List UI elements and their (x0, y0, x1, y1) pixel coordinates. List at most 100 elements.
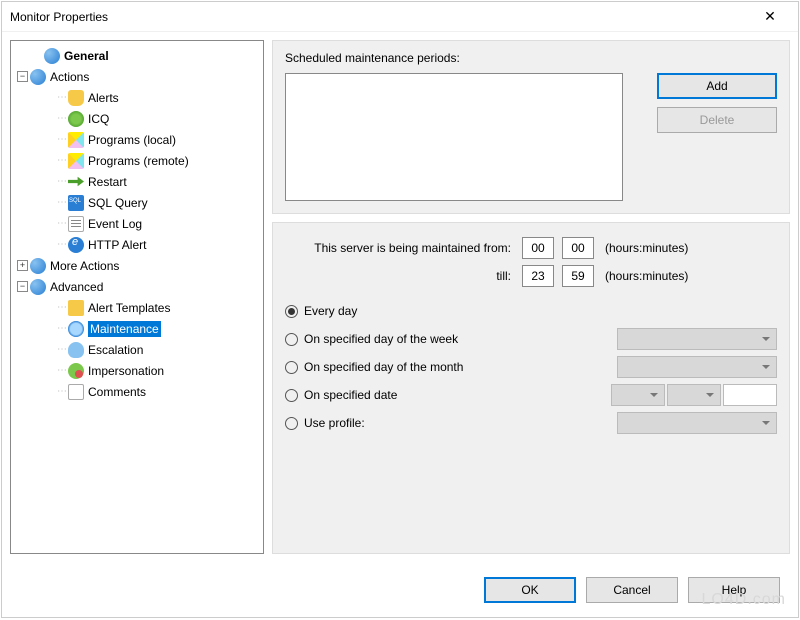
template-icon (68, 300, 84, 316)
info-icon (30, 279, 46, 295)
impersonation-icon (68, 363, 84, 379)
tree-item-impersonation[interactable]: ⋯Impersonation (13, 360, 261, 381)
nav-tree: General − Actions ⋯Alerts ⋯ICQ ⋯Programs… (10, 40, 264, 554)
ok-button[interactable]: OK (484, 577, 576, 603)
radio-icon (285, 305, 298, 318)
expand-icon[interactable]: + (17, 260, 28, 271)
tree-item-restart[interactable]: ⋯Restart (13, 171, 261, 192)
radio-use-profile[interactable]: Use profile: (285, 409, 777, 437)
date-year-input[interactable] (723, 384, 777, 406)
radio-specified-date[interactable]: On specified date (285, 381, 777, 409)
till-hours-input[interactable]: 23 (522, 265, 554, 287)
weekday-combo[interactable] (617, 328, 777, 350)
radio-label: Use profile: (304, 416, 365, 430)
tree-item-icq[interactable]: ⋯ICQ (13, 108, 261, 129)
tree-label: Comments (88, 385, 146, 399)
clock-icon (68, 321, 84, 337)
tree-label: Actions (50, 70, 89, 84)
tree-item-sql[interactable]: ⋯SQL Query (13, 192, 261, 213)
delete-button[interactable]: Delete (657, 107, 777, 133)
tree-item-actions[interactable]: − Actions (13, 66, 261, 87)
tree-item-programs-remote[interactable]: ⋯Programs (remote) (13, 150, 261, 171)
till-label: till: (285, 269, 515, 283)
tree-item-programs-local[interactable]: ⋯Programs (local) (13, 129, 261, 150)
add-button[interactable]: Add (657, 73, 777, 99)
collapse-icon[interactable]: − (17, 71, 28, 82)
icq-icon (68, 111, 84, 127)
content-panel: Scheduled maintenance periods: Add Delet… (272, 40, 790, 554)
profile-combo[interactable] (617, 412, 777, 434)
windows-icon (68, 153, 84, 169)
comments-icon (68, 384, 84, 400)
tree-item-maintenance[interactable]: ⋯Maintenance (13, 318, 261, 339)
tree-label: General (64, 49, 109, 63)
time-options-group: This server is being maintained from: 00… (272, 222, 790, 554)
tree-label: Event Log (88, 217, 142, 231)
tree-item-http[interactable]: ⋯HTTP Alert (13, 234, 261, 255)
radio-label: On specified day of the week (304, 332, 458, 346)
tree-label: Programs (local) (88, 133, 176, 147)
tree-item-more-actions[interactable]: + More Actions (13, 255, 261, 276)
scheduled-label: Scheduled maintenance periods: (285, 51, 460, 65)
dialog-buttons: OK Cancel Help (484, 577, 780, 603)
info-icon (30, 258, 46, 274)
tree-label: Restart (88, 175, 127, 189)
window-frame: Monitor Properties ✕ General − Actions ⋯… (1, 1, 799, 618)
tree-label: Advanced (50, 280, 103, 294)
info-icon (44, 48, 60, 64)
from-label: This server is being maintained from: (285, 241, 515, 255)
radio-day-of-week[interactable]: On specified day of the week (285, 325, 777, 353)
window-title: Monitor Properties (10, 10, 108, 24)
periods-listbox[interactable] (285, 73, 623, 201)
tree-item-alerts[interactable]: ⋯Alerts (13, 87, 261, 108)
button-label: Delete (700, 113, 735, 127)
tree-item-eventlog[interactable]: ⋯Event Log (13, 213, 261, 234)
help-button[interactable]: Help (688, 577, 780, 603)
radio-icon (285, 333, 298, 346)
tree-label: Alerts (88, 91, 119, 105)
unit-label: (hours:minutes) (605, 241, 777, 255)
restart-icon (68, 174, 84, 190)
unit-label: (hours:minutes) (605, 269, 777, 283)
tree-label: SQL Query (88, 196, 148, 210)
date-day-combo[interactable] (667, 384, 721, 406)
from-hours-input[interactable]: 00 (522, 237, 554, 259)
tree-label: Alert Templates (88, 301, 170, 315)
from-minutes-input[interactable]: 00 (562, 237, 594, 259)
radio-every-day[interactable]: Every day (285, 297, 777, 325)
bell-icon (68, 90, 84, 106)
radio-icon (285, 417, 298, 430)
button-label: Cancel (613, 583, 650, 597)
button-label: Add (706, 79, 727, 93)
titlebar: Monitor Properties ✕ (2, 2, 798, 32)
cancel-button[interactable]: Cancel (586, 577, 678, 603)
radio-label: On specified day of the month (304, 360, 463, 374)
tree-item-comments[interactable]: ⋯Comments (13, 381, 261, 402)
button-label: Help (722, 583, 747, 597)
monthday-combo[interactable] (617, 356, 777, 378)
date-month-combo[interactable] (611, 384, 665, 406)
radio-icon (285, 389, 298, 402)
radio-label: On specified date (304, 388, 397, 402)
radio-day-of-month[interactable]: On specified day of the month (285, 353, 777, 381)
scheduled-periods-group: Scheduled maintenance periods: Add Delet… (272, 40, 790, 214)
tree-label: Escalation (88, 343, 143, 357)
info-icon (30, 69, 46, 85)
tree-item-alert-templates[interactable]: ⋯Alert Templates (13, 297, 261, 318)
tree-label: Programs (remote) (88, 154, 189, 168)
windows-icon (68, 132, 84, 148)
radio-icon (285, 361, 298, 374)
tree-item-general[interactable]: General (13, 45, 261, 66)
tree-item-advanced[interactable]: − Advanced (13, 276, 261, 297)
tree-label: More Actions (50, 259, 119, 273)
tree-label: Impersonation (88, 364, 164, 378)
close-button[interactable]: ✕ (750, 3, 790, 31)
tree-label: ICQ (88, 112, 109, 126)
tree-label: Maintenance (88, 321, 161, 337)
radio-label: Every day (304, 304, 357, 318)
escalation-icon (68, 342, 84, 358)
tree-item-escalation[interactable]: ⋯Escalation (13, 339, 261, 360)
collapse-icon[interactable]: − (17, 281, 28, 292)
till-minutes-input[interactable]: 59 (562, 265, 594, 287)
browser-icon (68, 237, 84, 253)
